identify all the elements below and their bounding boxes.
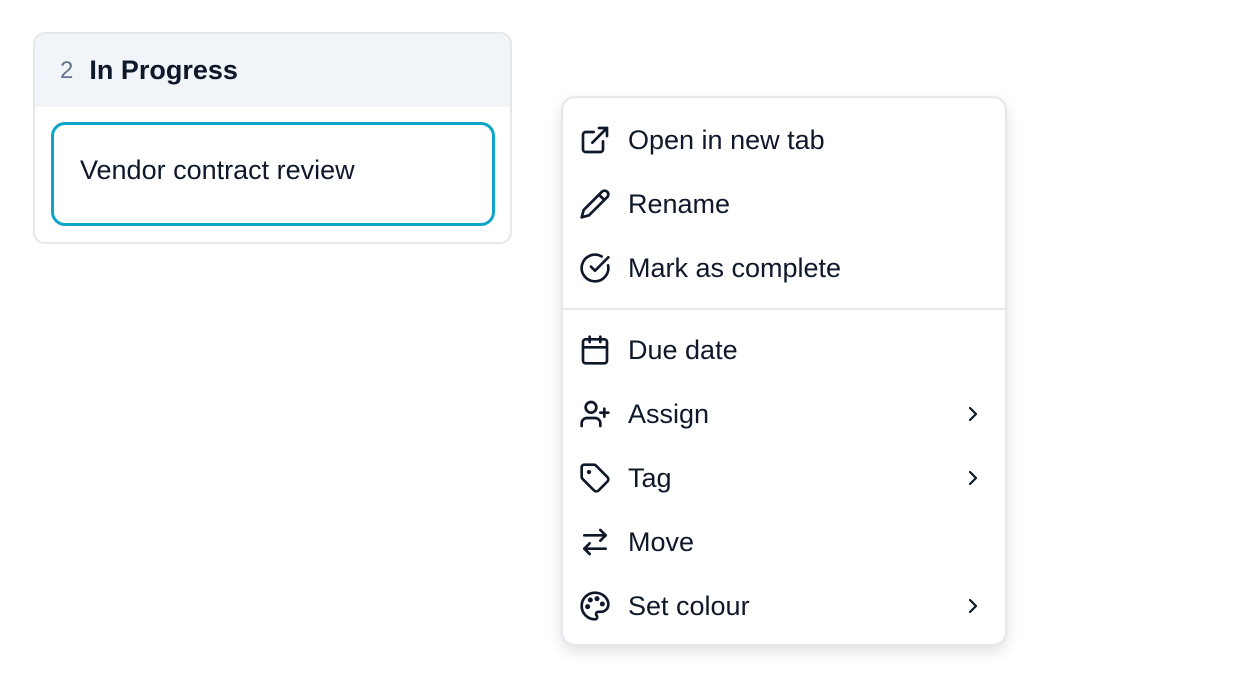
menu-item-tag[interactable]: Tag xyxy=(563,446,1005,510)
menu-item-label: Set colour xyxy=(628,590,750,621)
task-card[interactable]: Vendor contract review xyxy=(51,122,495,226)
user-plus-icon xyxy=(579,398,611,430)
menu-item-label: Tag xyxy=(628,462,672,493)
menu-item-move[interactable]: Move xyxy=(563,510,1005,574)
menu-item-open-in-new-tab[interactable]: Open in new tab xyxy=(563,108,1005,172)
menu-item-rename[interactable]: Rename xyxy=(563,172,1005,236)
arrows-swap-icon xyxy=(579,526,611,558)
menu-item-set-colour[interactable]: Set colour xyxy=(563,574,1005,638)
pencil-icon xyxy=(579,188,611,220)
tag-icon xyxy=(579,462,611,494)
column-title: In Progress xyxy=(89,55,238,85)
external-link-icon xyxy=(579,124,611,156)
palette-icon xyxy=(579,590,611,622)
menu-item-label: Due date xyxy=(628,334,738,365)
check-circle-icon xyxy=(579,252,611,284)
kanban-column-in-progress: 2 In Progress Vendor contract review xyxy=(33,32,512,244)
menu-item-label: Mark as complete xyxy=(628,252,842,283)
context-menu: Open in new tab Rename Mark as complete xyxy=(561,96,1007,646)
menu-divider xyxy=(563,308,1005,310)
menu-item-assign[interactable]: Assign xyxy=(563,382,1005,446)
menu-item-mark-as-complete[interactable]: Mark as complete xyxy=(563,236,1005,300)
column-header: 2 In Progress xyxy=(35,34,510,107)
task-card-title: Vendor contract review xyxy=(80,154,355,185)
menu-item-label: Open in new tab xyxy=(628,124,825,155)
menu-item-label: Rename xyxy=(628,188,731,219)
calendar-icon xyxy=(579,334,611,366)
menu-item-label: Assign xyxy=(628,398,710,429)
column-count: 2 xyxy=(60,56,74,84)
menu-item-label: Move xyxy=(628,526,695,557)
chevron-right-icon xyxy=(961,466,985,490)
chevron-right-icon xyxy=(961,402,985,426)
chevron-right-icon xyxy=(961,594,985,618)
menu-item-due-date[interactable]: Due date xyxy=(563,318,1005,382)
